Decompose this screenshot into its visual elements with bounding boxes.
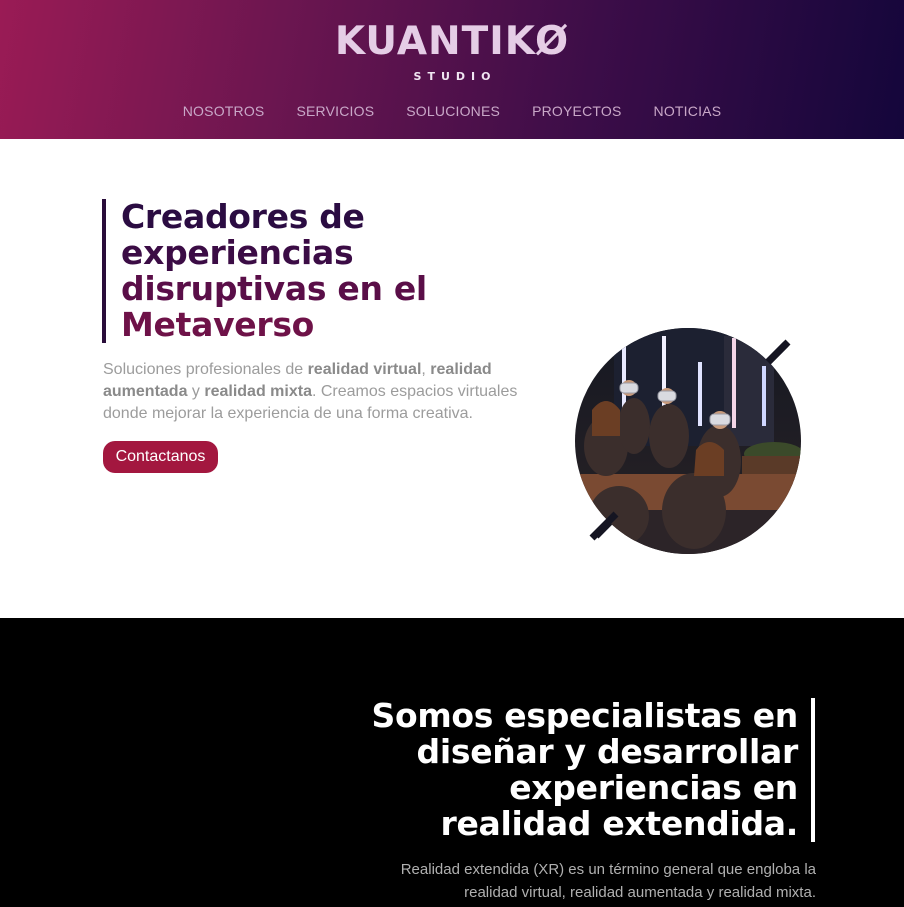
specialists-title-line: experiencias en xyxy=(509,768,798,807)
site-header: KUANTIKØ STUDIO NOSOTROS SERVICIOS SOLUC… xyxy=(0,0,904,139)
hero-title-line: disruptivas en el xyxy=(121,269,427,308)
logo-subtitle: STUDIO xyxy=(413,70,497,83)
main-nav: NOSOTROS SERVICIOS SOLUCIONES PROYECTOS … xyxy=(0,103,904,119)
specialists-title: Somos especialistas en diseñar y desarro… xyxy=(278,698,798,842)
desc-bold: realidad mixta xyxy=(204,383,312,400)
desc-text: y xyxy=(187,383,205,400)
hero-description: Soluciones profesionales de realidad vir… xyxy=(103,359,543,425)
hero-title-line: Metaverso xyxy=(121,305,315,344)
specialists-desc-line: realidad virtual, realidad aumentada y r… xyxy=(464,884,816,901)
specialists-desc-line: Realidad extendida (XR) es un término ge… xyxy=(400,861,816,878)
desc-text: , xyxy=(421,361,431,378)
specialists-title-line: realidad extendida. xyxy=(440,804,798,843)
hero-title-line: experiencias xyxy=(121,233,354,272)
nav-servicios[interactable]: SERVICIOS xyxy=(296,103,374,119)
hero-vr-image xyxy=(575,328,801,554)
hero-title-line: Creadores de xyxy=(121,197,365,236)
desc-bold: realidad virtual xyxy=(307,361,422,378)
nav-soluciones[interactable]: SOLUCIONES xyxy=(406,103,500,119)
specialists-title-line: diseñar y desarrollar xyxy=(416,732,799,771)
nav-nosotros[interactable]: NOSOTROS xyxy=(183,103,265,119)
nav-noticias[interactable]: NOTICIAS xyxy=(654,103,722,119)
desc-text: Soluciones profesionales de xyxy=(103,361,308,378)
specialists-accent-bar xyxy=(811,698,815,842)
hero-title: Creadores de experiencias disruptivas en… xyxy=(121,199,541,343)
specialists-description: Realidad extendida (XR) es un término ge… xyxy=(336,858,816,904)
logo[interactable]: KUANTIKØ xyxy=(0,22,904,62)
contact-button[interactable]: Contactanos xyxy=(103,441,218,473)
nav-proyectos[interactable]: PROYECTOS xyxy=(532,103,621,119)
hero-accent-bar xyxy=(102,199,106,343)
specialists-title-line: Somos especialistas en xyxy=(371,696,798,735)
